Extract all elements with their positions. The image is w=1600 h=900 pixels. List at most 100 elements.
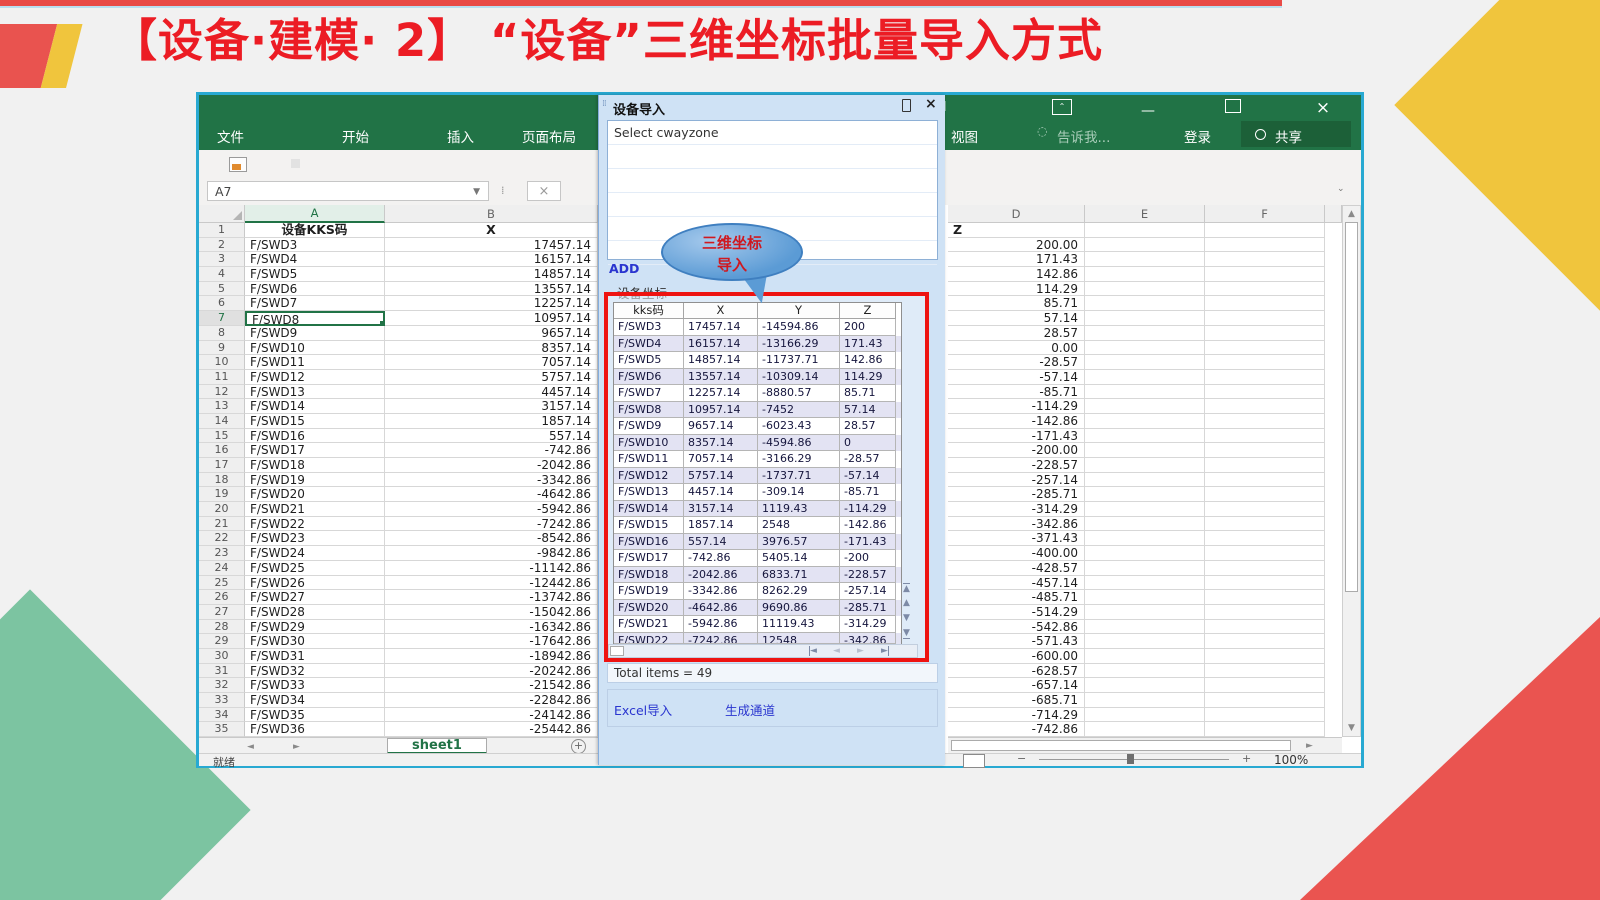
cell-e[interactable] xyxy=(1085,664,1205,679)
cell-kks[interactable]: F/SWD10 xyxy=(245,341,385,356)
cell-z[interactable]: -485.71 xyxy=(948,590,1085,605)
cell-e[interactable] xyxy=(1085,517,1205,532)
cell-f[interactable] xyxy=(1205,267,1325,282)
panel-close-icon[interactable]: × xyxy=(925,96,937,112)
cell-f[interactable] xyxy=(1205,722,1325,737)
pin-icon[interactable] xyxy=(902,99,911,112)
cell-kks[interactable]: F/SWD34 xyxy=(245,693,385,708)
cell-kks[interactable]: F/SWD18 xyxy=(245,458,385,473)
cell-f[interactable] xyxy=(1205,664,1325,679)
cell-z[interactable]: 28.57 xyxy=(948,326,1085,341)
cell-x[interactable]: -22842.86 xyxy=(385,693,598,708)
cell-z[interactable]: 142.86 xyxy=(948,267,1085,282)
cell-kks[interactable]: F/SWD28 xyxy=(245,605,385,620)
cell-x[interactable]: -7242.86 xyxy=(385,517,598,532)
cell-kks[interactable]: F/SWD13 xyxy=(245,385,385,400)
cell-f[interactable] xyxy=(1205,487,1325,502)
table-hscroll[interactable]: ◄ ◄ ► ► xyxy=(608,644,918,658)
cell-e[interactable] xyxy=(1085,296,1205,311)
cell-x[interactable]: -2042.86 xyxy=(385,458,598,473)
cell-x[interactable]: 4457.14 xyxy=(385,385,598,400)
excel-import-link[interactable]: Excel导入 xyxy=(614,700,672,719)
cell-x[interactable]: -15042.86 xyxy=(385,605,598,620)
cell-x[interactable]: -18942.86 xyxy=(385,649,598,664)
name-box-dropdown-icon[interactable]: ▼ xyxy=(473,182,480,202)
cell-kks[interactable]: F/SWD14 xyxy=(245,399,385,414)
cell-kks[interactable]: F/SWD33 xyxy=(245,678,385,693)
cell-e[interactable] xyxy=(1085,355,1205,370)
cell-x[interactable]: -20242.86 xyxy=(385,664,598,679)
formula-cancel-icon[interactable]: × xyxy=(527,181,561,201)
zoom-slider[interactable] xyxy=(1039,759,1229,760)
cell-kks[interactable]: F/SWD17 xyxy=(245,443,385,458)
cell-e[interactable] xyxy=(1085,443,1205,458)
cell-z[interactable]: -85.71 xyxy=(948,385,1085,400)
cell-f[interactable] xyxy=(1205,355,1325,370)
pager-next-icon[interactable]: ► xyxy=(857,646,864,656)
selected-cell-a7[interactable]: F/SWD8 xyxy=(245,311,385,326)
column-header-e[interactable]: E xyxy=(1085,205,1205,223)
cell-x[interactable]: -4642.86 xyxy=(385,487,598,502)
cell-z[interactable]: 57.14 xyxy=(948,311,1085,326)
cell-z[interactable]: -342.86 xyxy=(948,517,1085,532)
select-all-corner[interactable] xyxy=(199,205,245,223)
cell-x[interactable]: -11142.86 xyxy=(385,561,598,576)
cell-e[interactable] xyxy=(1085,238,1205,253)
horizontal-scroll-thumb[interactable] xyxy=(951,740,1291,751)
add-sheet-icon[interactable]: + xyxy=(571,739,586,754)
cell-f[interactable] xyxy=(1205,678,1325,693)
cell-f[interactable] xyxy=(1205,708,1325,723)
cell-f[interactable] xyxy=(1205,370,1325,385)
cell-x[interactable]: 7057.14 xyxy=(385,355,598,370)
cell-kks[interactable]: F/SWD29 xyxy=(245,620,385,635)
cell-z[interactable]: -457.14 xyxy=(948,576,1085,591)
cell-z[interactable]: -742.86 xyxy=(948,722,1085,737)
cell-x[interactable]: 5757.14 xyxy=(385,370,598,385)
cell-x[interactable]: 13557.14 xyxy=(385,282,598,297)
cell-e[interactable] xyxy=(1085,429,1205,444)
cell-kks[interactable]: F/SWD11 xyxy=(245,355,385,370)
cell-e[interactable] xyxy=(1085,473,1205,488)
cell-z[interactable]: -685.71 xyxy=(948,693,1085,708)
cell-z[interactable]: -285.71 xyxy=(948,487,1085,502)
column-header-d[interactable]: D xyxy=(948,205,1085,223)
cell-z[interactable]: 114.29 xyxy=(948,282,1085,297)
cell-f[interactable] xyxy=(1205,590,1325,605)
cell-e[interactable] xyxy=(1085,722,1205,737)
zoom-level[interactable]: 100% xyxy=(1274,753,1308,767)
horizontal-scrollbar[interactable]: ► xyxy=(948,737,1342,754)
vertical-scroll-thumb[interactable] xyxy=(1345,222,1358,592)
scroll-down-small-icon[interactable]: ▼ xyxy=(903,613,910,623)
column-header-b[interactable]: B xyxy=(385,205,598,223)
cell-e[interactable] xyxy=(1085,620,1205,635)
maximize-button[interactable] xyxy=(1225,99,1241,113)
cell-z[interactable]: -514.29 xyxy=(948,605,1085,620)
paste-options-icon[interactable] xyxy=(229,157,247,172)
cell-x[interactable]: -742.86 xyxy=(385,443,598,458)
cell-f[interactable] xyxy=(1205,502,1325,517)
cell-f[interactable] xyxy=(1205,546,1325,561)
cell-e[interactable] xyxy=(1085,576,1205,591)
cell-e[interactable] xyxy=(1085,414,1205,429)
cell-x[interactable]: 12257.14 xyxy=(385,296,598,311)
cell-z[interactable]: -628.57 xyxy=(948,664,1085,679)
cell-x[interactable]: 14857.14 xyxy=(385,267,598,282)
cell-e[interactable] xyxy=(1085,546,1205,561)
scroll-bottom-icon[interactable]: ▼ xyxy=(903,628,910,639)
cell-kks[interactable]: F/SWD16 xyxy=(245,429,385,444)
cell-x[interactable]: 17457.14 xyxy=(385,238,598,253)
cell-z[interactable]: -28.57 xyxy=(948,355,1085,370)
cell-x[interactable]: -24142.86 xyxy=(385,708,598,723)
cell-e[interactable] xyxy=(1085,678,1205,693)
cell-kks[interactable]: F/SWD12 xyxy=(245,370,385,385)
cell-e[interactable] xyxy=(1085,693,1205,708)
cell-kks[interactable]: F/SWD32 xyxy=(245,664,385,679)
cell-e[interactable] xyxy=(1085,502,1205,517)
cell-x[interactable]: 16157.14 xyxy=(385,252,598,267)
cell-x[interactable]: 3157.14 xyxy=(385,399,598,414)
list-item-empty[interactable] xyxy=(608,145,937,169)
cell-e[interactable] xyxy=(1085,385,1205,400)
cell-e[interactable] xyxy=(1085,649,1205,664)
cell-e[interactable] xyxy=(1085,282,1205,297)
scroll-up-small-icon[interactable]: ▲ xyxy=(903,598,910,608)
